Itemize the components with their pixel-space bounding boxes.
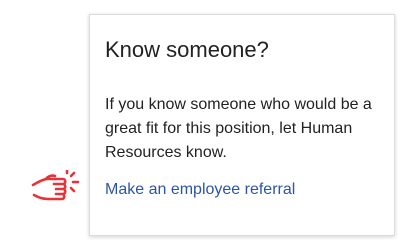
employee-referral-link[interactable]: Make an employee referral	[105, 178, 295, 202]
card-title: Know someone?	[105, 37, 269, 62]
card-description: If you know someone who would be a great…	[105, 96, 372, 161]
pointing-hand-icon	[31, 170, 80, 201]
stage: Know someone? If you know someone who wo…	[0, 0, 409, 243]
referral-card: Know someone? If you know someone who wo…	[89, 14, 395, 236]
